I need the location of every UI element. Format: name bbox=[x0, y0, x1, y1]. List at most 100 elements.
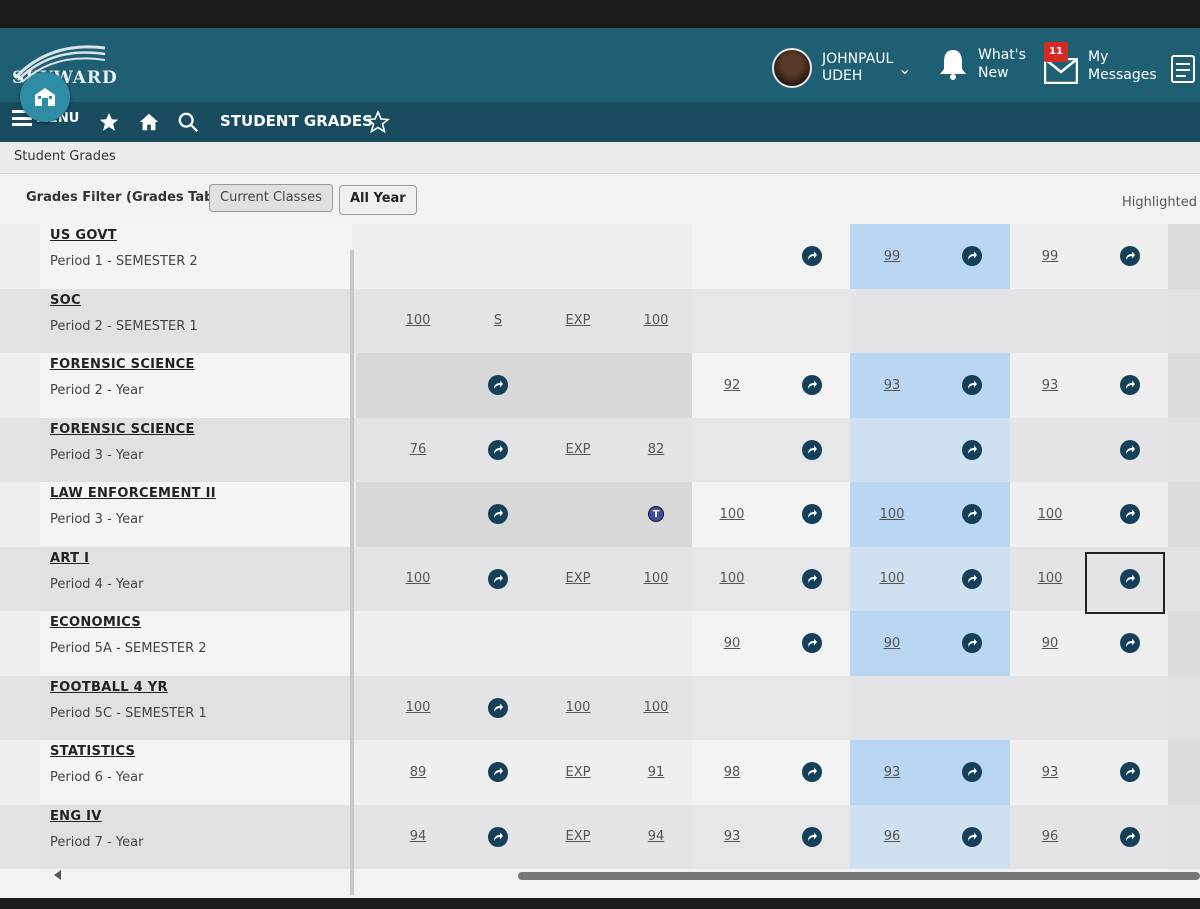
scroll-left-arrow-icon[interactable] bbox=[54, 870, 61, 880]
teacher-note-icon[interactable]: T bbox=[648, 506, 664, 523]
grade-link[interactable]: 100 bbox=[644, 700, 669, 715]
grade-link[interactable]: 89 bbox=[410, 765, 427, 780]
checklist-icon[interactable] bbox=[1170, 54, 1198, 84]
grade-link[interactable]: 76 bbox=[410, 442, 427, 457]
course-name-link[interactable]: LAW ENFORCEMENT II bbox=[50, 486, 216, 501]
share-arrow-icon[interactable] bbox=[962, 375, 982, 396]
grade-link[interactable]: S bbox=[494, 313, 502, 328]
share-arrow-icon[interactable] bbox=[1120, 504, 1140, 525]
grade-link[interactable]: 94 bbox=[648, 829, 665, 844]
grade-cell bbox=[459, 676, 537, 741]
share-arrow-icon[interactable] bbox=[1120, 826, 1140, 847]
share-arrow-icon[interactable] bbox=[488, 826, 508, 847]
grade-link[interactable]: EXP bbox=[566, 442, 591, 457]
share-arrow-icon[interactable] bbox=[802, 826, 822, 847]
share-arrow-icon[interactable] bbox=[962, 246, 982, 267]
grade-link[interactable]: EXP bbox=[566, 765, 591, 780]
grade-link[interactable]: 100 bbox=[644, 571, 669, 586]
grade-link[interactable]: 100 bbox=[720, 507, 745, 522]
share-arrow-icon[interactable] bbox=[802, 504, 822, 525]
share-arrow-icon[interactable] bbox=[1120, 246, 1140, 267]
grade-link[interactable]: 100 bbox=[880, 507, 905, 522]
grade-link[interactable]: 100 bbox=[880, 571, 905, 586]
current-classes-button[interactable]: Current Classes bbox=[209, 184, 333, 212]
home-icon[interactable] bbox=[138, 111, 160, 133]
grade-link[interactable]: 100 bbox=[406, 571, 431, 586]
share-arrow-icon[interactable] bbox=[962, 439, 982, 460]
grade-link[interactable]: 90 bbox=[724, 636, 741, 651]
grade-cell bbox=[459, 482, 537, 547]
share-arrow-icon[interactable] bbox=[802, 246, 822, 267]
course-name-link[interactable]: ECONOMICS bbox=[50, 615, 141, 630]
grade-link[interactable]: 100 bbox=[406, 313, 431, 328]
course-name-link[interactable]: STATISTICS bbox=[50, 744, 135, 759]
share-arrow-icon[interactable] bbox=[488, 439, 508, 460]
share-arrow-icon[interactable] bbox=[802, 439, 822, 460]
user-menu[interactable]: JOHNPAUL UDEH ⌄ bbox=[772, 46, 911, 90]
share-arrow-icon[interactable] bbox=[802, 375, 822, 396]
share-arrow-icon[interactable] bbox=[1120, 439, 1140, 460]
share-arrow-icon[interactable] bbox=[488, 697, 508, 718]
grade-link[interactable]: 100 bbox=[566, 700, 591, 715]
grade-link[interactable]: 90 bbox=[884, 636, 901, 651]
grade-link[interactable]: 93 bbox=[1042, 765, 1059, 780]
grade-link[interactable]: 93 bbox=[884, 765, 901, 780]
grade-link[interactable]: 100 bbox=[406, 700, 431, 715]
grade-link[interactable]: 99 bbox=[884, 249, 901, 264]
grade-link[interactable]: 94 bbox=[410, 829, 427, 844]
grade-link[interactable]: 93 bbox=[1042, 378, 1059, 393]
grade-link[interactable]: 93 bbox=[884, 378, 901, 393]
district-home-button[interactable] bbox=[20, 72, 70, 122]
share-arrow-icon[interactable] bbox=[1120, 375, 1140, 396]
share-arrow-icon[interactable] bbox=[802, 568, 822, 589]
share-arrow-icon[interactable] bbox=[1120, 633, 1140, 654]
star-icon[interactable] bbox=[98, 111, 120, 133]
grade-link[interactable]: EXP bbox=[566, 571, 591, 586]
share-arrow-icon[interactable] bbox=[802, 762, 822, 783]
all-year-button[interactable]: All Year bbox=[339, 185, 417, 215]
grade-cell bbox=[773, 547, 851, 612]
whats-new-button[interactable]: What's New bbox=[938, 46, 1028, 82]
course-name-link[interactable]: FOOTBALL 4 YR bbox=[50, 680, 168, 695]
grade-cell: 92 bbox=[693, 353, 771, 418]
grade-link[interactable]: 90 bbox=[1042, 636, 1059, 651]
grade-link[interactable]: 92 bbox=[724, 378, 741, 393]
share-arrow-icon[interactable] bbox=[962, 633, 982, 654]
grade-link[interactable]: 99 bbox=[1042, 249, 1059, 264]
grade-cell bbox=[1091, 418, 1169, 483]
course-name-link[interactable]: ENG IV bbox=[50, 809, 102, 824]
course-period: Period 1 - SEMESTER 2 bbox=[50, 254, 198, 269]
grade-link[interactable]: EXP bbox=[566, 829, 591, 844]
grade-link[interactable]: 100 bbox=[1038, 571, 1063, 586]
horizontal-scrollbar[interactable] bbox=[518, 872, 1200, 880]
share-arrow-icon[interactable] bbox=[962, 826, 982, 847]
grade-link[interactable]: 98 bbox=[724, 765, 741, 780]
grade-link[interactable]: 91 bbox=[648, 765, 665, 780]
messages-button[interactable]: 11 My Messages bbox=[1044, 42, 1157, 86]
grade-link[interactable]: EXP bbox=[566, 313, 591, 328]
grade-link[interactable]: 100 bbox=[644, 313, 669, 328]
favorite-star-icon[interactable] bbox=[366, 110, 390, 134]
search-icon[interactable] bbox=[177, 111, 199, 133]
grade-link[interactable]: 100 bbox=[720, 571, 745, 586]
share-arrow-icon[interactable] bbox=[962, 504, 982, 525]
cell-shade bbox=[1168, 482, 1200, 547]
share-arrow-icon[interactable] bbox=[1120, 762, 1140, 783]
course-name-link[interactable]: US GOVT bbox=[50, 228, 117, 243]
share-arrow-icon[interactable] bbox=[962, 762, 982, 783]
course-name-link[interactable]: FORENSIC SCIENCE bbox=[50, 422, 195, 437]
share-arrow-icon[interactable] bbox=[802, 633, 822, 654]
course-name-link[interactable]: FORENSIC SCIENCE bbox=[50, 357, 195, 372]
share-arrow-icon[interactable] bbox=[488, 568, 508, 589]
grade-link[interactable]: 96 bbox=[1042, 829, 1059, 844]
grade-link[interactable]: 82 bbox=[648, 442, 665, 457]
share-arrow-icon[interactable] bbox=[962, 568, 982, 589]
grade-link[interactable]: 93 bbox=[724, 829, 741, 844]
share-arrow-icon[interactable] bbox=[488, 375, 508, 396]
course-name-link[interactable]: SOC bbox=[50, 293, 81, 308]
grade-link[interactable]: 100 bbox=[1038, 507, 1063, 522]
grade-link[interactable]: 96 bbox=[884, 829, 901, 844]
share-arrow-icon[interactable] bbox=[488, 762, 508, 783]
share-arrow-icon[interactable] bbox=[488, 504, 508, 525]
course-name-link[interactable]: ART I bbox=[50, 551, 89, 566]
